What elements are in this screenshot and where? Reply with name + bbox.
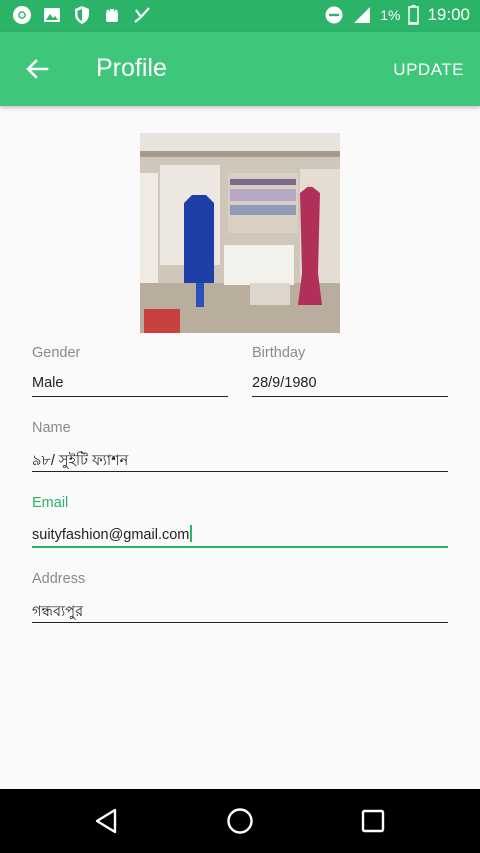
email-field[interactable]: Email suityfashion@gmail.com [32, 495, 448, 550]
recents-square-icon[interactable] [357, 805, 389, 837]
birthday-underline [252, 396, 448, 397]
profile-photo[interactable] [140, 133, 340, 333]
email-input[interactable]: suityfashion@gmail.com [32, 525, 193, 543]
back-arrow-icon[interactable] [20, 52, 54, 86]
boutique-image [140, 133, 340, 333]
status-bar-notifications [12, 5, 152, 25]
page-title: Profile [96, 54, 167, 82]
address-field[interactable]: Address গন্ধব্যপুর [32, 571, 448, 625]
battery-icon [408, 5, 420, 25]
birthday-value[interactable]: 28/9/1980 [252, 375, 317, 391]
image-icon [44, 8, 60, 22]
email-label: Email [32, 495, 69, 511]
email-value: suityfashion@gmail.com [32, 527, 190, 543]
status-bar-system: 1% 19:00 [324, 5, 470, 25]
checkmark-icon [134, 7, 150, 23]
do-not-disturb-icon [325, 6, 343, 24]
navigation-bar [0, 789, 480, 853]
address-label: Address [32, 571, 86, 587]
birthday-field[interactable]: Birthday 28/9/1980 [252, 345, 448, 399]
address-underline [32, 622, 448, 623]
gender-value[interactable]: Male [32, 375, 63, 391]
gender-field[interactable]: Gender Male [32, 345, 228, 399]
app-toolbar: Profile UPDATE [0, 32, 480, 106]
shield-icon [75, 6, 89, 24]
text-cursor [190, 525, 193, 542]
battery-percent: 1% [380, 7, 401, 23]
birthday-label: Birthday [252, 345, 306, 361]
name-underline [32, 471, 448, 472]
gender-underline [32, 396, 228, 397]
signal-icon [354, 7, 371, 23]
home-circle-icon[interactable] [224, 805, 256, 837]
update-button[interactable]: UPDATE [393, 60, 464, 80]
email-underline [32, 546, 448, 548]
status-bar: 1% 19:00 [0, 0, 480, 32]
chrome-icon [13, 6, 31, 24]
name-field[interactable]: Name ৯৮/ সুইটি ফ্যাশন [32, 420, 448, 474]
name-label: Name [32, 420, 71, 436]
back-triangle-icon[interactable] [91, 805, 123, 837]
android-icon [106, 9, 118, 22]
clock: 19:00 [427, 5, 470, 24]
gender-label: Gender [32, 345, 81, 361]
